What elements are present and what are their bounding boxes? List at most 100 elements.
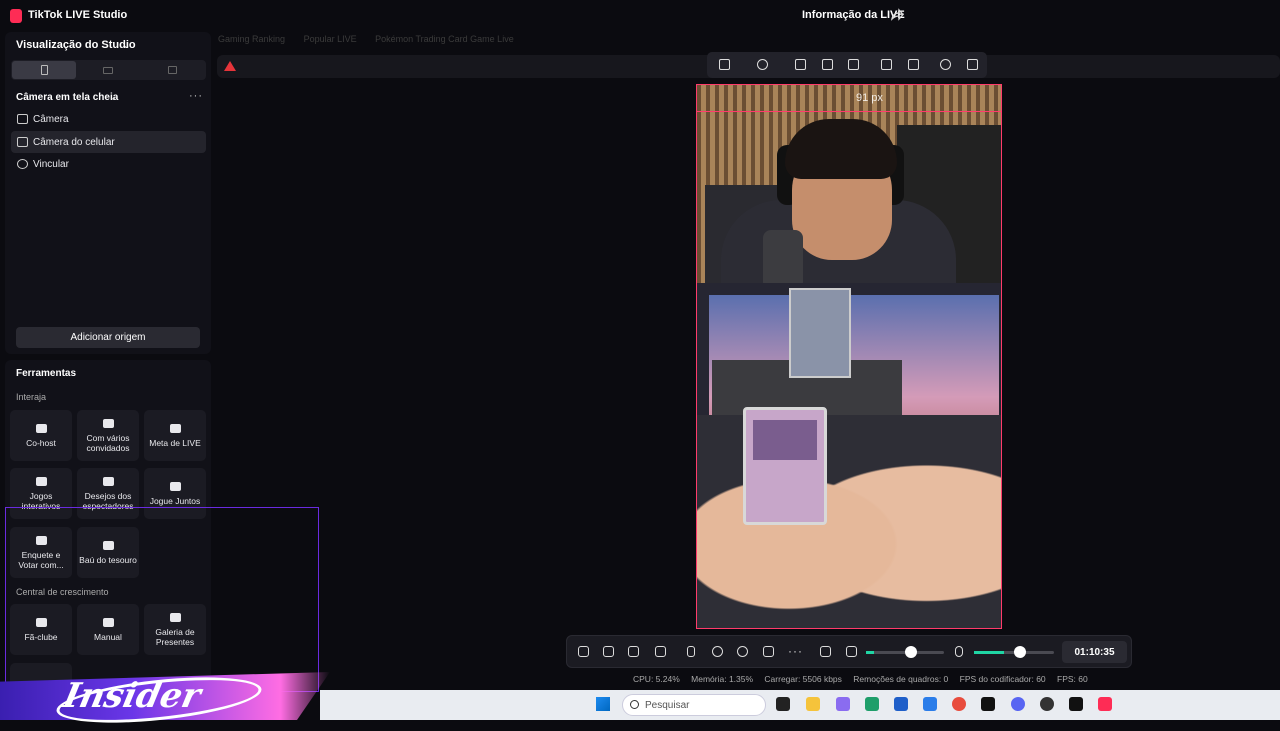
source-item-camera[interactable]: Câmera [11, 108, 206, 130]
windows-taskbar [320, 690, 1280, 720]
add-scene-icon[interactable] [655, 646, 666, 657]
tiktok-live-studio-icon[interactable] [1098, 697, 1112, 711]
trash-icon[interactable] [967, 59, 978, 70]
video-record-icon[interactable] [763, 646, 774, 657]
gift-icon [102, 476, 114, 486]
search-icon [630, 700, 639, 709]
tool-live-goal[interactable]: Meta de LIVE [144, 410, 206, 461]
sources-panel [5, 32, 211, 354]
encoder-fps-stat: FPS do codificador: 60 [959, 674, 1046, 684]
tiktok-logo-icon [10, 9, 22, 23]
studio-view-title[interactable]: Visualização do Studio [16, 39, 136, 51]
discord-icon[interactable] [1011, 697, 1025, 711]
phone-icon[interactable] [687, 646, 695, 657]
interact-section-label: Interaja [16, 392, 47, 402]
dual-screen-icon [167, 66, 177, 74]
target-icon [169, 423, 181, 433]
windows-start-icon[interactable] [596, 697, 610, 711]
crop-icon[interactable] [795, 59, 806, 70]
globe-icon [17, 159, 28, 169]
source-label: Câmera [33, 113, 69, 125]
taskbar-search-placeholder: Pesquisar [645, 700, 690, 711]
fps-stat: FPS: 60 [1057, 674, 1088, 684]
live-timer: 01:10:35 [1062, 641, 1127, 663]
phone-portrait-icon [40, 65, 48, 75]
preview-hair [785, 119, 897, 179]
overlay-selection-box [5, 507, 319, 692]
edge-icon[interactable] [865, 697, 879, 711]
preview-phone [763, 230, 803, 290]
magic-wand-icon[interactable] [578, 646, 589, 657]
preview-card-art [753, 420, 817, 460]
chevron-down-icon[interactable]: ⌄ [122, 40, 130, 51]
flip-icon[interactable] [848, 59, 859, 70]
chrome-icon[interactable] [952, 697, 966, 711]
joystick-icon [169, 481, 181, 491]
upload-stat: Carregar: 5506 kbps [764, 674, 842, 684]
source-switch-icon[interactable] [603, 646, 614, 657]
file-explorer-icon[interactable] [806, 697, 820, 711]
warning-icon[interactable] [224, 61, 236, 71]
preview-card [789, 288, 851, 378]
tab-popular-live[interactable]: Popular LIVE [304, 34, 357, 44]
app-title: TikTok LIVE Studio [28, 9, 128, 21]
cpu-stat: CPU: 5.24% [633, 674, 680, 684]
chevron-down-icon[interactable]: ⌄ [110, 93, 117, 102]
add-source-button[interactable]: Adicionar origem [16, 327, 200, 348]
record-icon[interactable] [712, 646, 723, 657]
volume-slider-handle[interactable] [905, 646, 917, 658]
source-item-link[interactable]: Vincular [11, 153, 206, 175]
tool-co-host[interactable]: Co-host [10, 410, 72, 461]
source-label: Câmera do celular [33, 136, 115, 148]
link-icon [35, 423, 47, 433]
rotate-icon[interactable] [822, 59, 833, 70]
layer-up-icon[interactable] [881, 59, 892, 70]
portrait-orientation-button[interactable] [12, 61, 76, 79]
copilot-icon[interactable] [836, 697, 850, 711]
tab-gaming-ranking[interactable]: Gaming Ranking [218, 34, 285, 44]
capcut-icon[interactable] [1069, 697, 1083, 711]
layer-down-icon[interactable] [908, 59, 919, 70]
stream-stats: CPU: 5.24% Memória: 1.35% Carregar: 5506… [633, 674, 1097, 684]
dual-orientation-button[interactable] [140, 61, 204, 79]
memory-stat: Memória: 1.35% [691, 674, 754, 684]
store-icon[interactable] [894, 697, 908, 711]
landscape-orientation-button[interactable] [76, 61, 140, 79]
mixer-settings-icon[interactable] [820, 646, 831, 657]
dropped-frames-stat: Remoções de quadros: 0 [853, 674, 949, 684]
more-options-icon[interactable]: ··· [189, 90, 203, 102]
users-icon [102, 418, 114, 428]
speaker-icon[interactable] [846, 646, 857, 657]
tab-pokemon-tcg[interactable]: Pokémon Trading Card Game Live [375, 34, 514, 44]
settings-icon[interactable] [940, 59, 951, 70]
more-options-icon[interactable]: ··· [788, 644, 803, 658]
share-icon[interactable] [890, 8, 904, 22]
screen-landscape-icon [103, 66, 113, 74]
mic-slider-handle[interactable] [1014, 646, 1026, 658]
screenshot-icon[interactable] [628, 646, 639, 657]
mic-level [974, 651, 1004, 654]
category-tabs: Gaming Ranking Popular LIVE Pokémon Trad… [218, 34, 514, 44]
source-item-phone-camera[interactable]: Câmera do celular [11, 131, 206, 153]
title-bar [0, 0, 1280, 32]
camera-icon [17, 114, 28, 124]
tools-title: Ferramentas [16, 368, 77, 379]
selection-guide [696, 111, 1002, 112]
fit-icon[interactable] [719, 59, 730, 70]
align-center-icon[interactable] [757, 59, 768, 70]
obs-icon[interactable] [1040, 697, 1054, 711]
gamepad-icon [35, 476, 47, 486]
tool-multi-guest[interactable]: Com vários convidados [77, 410, 139, 461]
selection-distance-label: 91 px [856, 92, 883, 104]
live-preview[interactable] [696, 84, 1002, 629]
task-view-icon[interactable] [776, 697, 790, 711]
phone-camera-icon [17, 137, 28, 147]
camera-effects-icon[interactable] [737, 646, 748, 657]
microphone-icon[interactable] [955, 646, 963, 657]
insider-watermark-logo: Insider [59, 676, 205, 716]
scene-selector[interactable]: Câmera em tela cheia [16, 92, 118, 103]
mail-icon[interactable] [923, 697, 937, 711]
capcut-icon[interactable] [981, 697, 995, 711]
source-label: Vincular [33, 158, 69, 170]
taskbar-search[interactable] [622, 694, 766, 716]
